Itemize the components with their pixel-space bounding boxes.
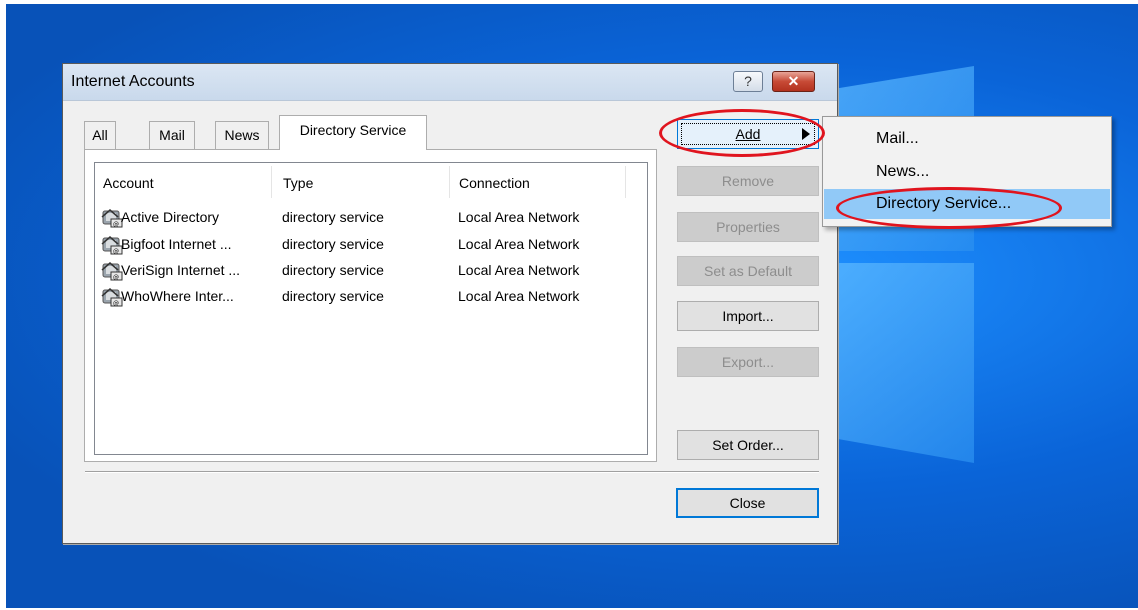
address-book-icon: @ [101,236,123,255]
column-header-type[interactable]: Type [283,175,313,191]
list-item[interactable]: @ VeriSign Internet ... directory service L… [101,259,641,283]
properties-button[interactable]: Properties [677,212,819,242]
tab-panel: Account Type Connection @ Active Director… [84,149,657,462]
help-button[interactable]: ? [733,71,763,92]
svg-text:@: @ [113,221,119,228]
account-connection: Local Area Network [458,288,580,304]
account-connection: Local Area Network [458,262,580,278]
svg-text:@: @ [113,274,119,281]
menu-item-news[interactable]: News... [824,157,1110,187]
address-book-icon: @ [101,288,123,307]
account-type: directory service [282,262,384,278]
column-header-account[interactable]: Account [103,175,154,191]
accounts-list[interactable]: Account Type Connection @ Active Director… [94,162,648,455]
tab-mail[interactable]: Mail [149,121,195,149]
address-book-icon: @ [101,209,123,228]
title-bar[interactable]: Internet Accounts ? ✕ [63,64,837,101]
address-book-icon: @ [101,262,123,281]
account-connection: Local Area Network [458,209,580,225]
tab-all[interactable]: All [84,121,116,149]
remove-button[interactable]: Remove [677,166,819,196]
set-order-button[interactable]: Set Order... [677,430,819,460]
account-name: Active Directory [121,209,220,225]
account-type: directory service [282,236,384,252]
menu-item-mail[interactable]: Mail... [824,124,1110,154]
tab-news[interactable]: News [215,121,269,149]
window-title: Internet Accounts [71,73,195,90]
svg-text:@: @ [113,300,119,307]
account-type: directory service [282,209,384,225]
account-name: WhoWhere Inter... [121,288,234,304]
annotation-circle [659,109,825,157]
import-button[interactable]: Import... [677,301,819,331]
account-connection: Local Area Network [458,236,580,252]
annotation-circle [836,187,1062,229]
svg-text:@: @ [113,248,119,255]
account-name: VeriSign Internet ... [121,262,241,278]
windows-logo-pane [838,263,974,463]
list-item[interactable]: @ WhoWhere Inter... directory service Local… [101,285,641,309]
set-as-default-button[interactable]: Set as Default [677,256,819,286]
divider [85,471,819,473]
close-window-button[interactable]: ✕ [772,71,815,92]
account-name: Bigfoot Internet ... [121,236,232,252]
list-item[interactable]: @ Bigfoot Internet ... directory service Lo… [101,233,641,257]
account-type: directory service [282,288,384,304]
export-button[interactable]: Export... [677,347,819,377]
column-header-connection[interactable]: Connection [459,175,530,191]
tab-directory-service[interactable]: Directory Service [279,115,427,150]
close-button[interactable]: Close [676,488,819,518]
list-item[interactable]: @ Active Directory directory service Local … [101,206,641,230]
